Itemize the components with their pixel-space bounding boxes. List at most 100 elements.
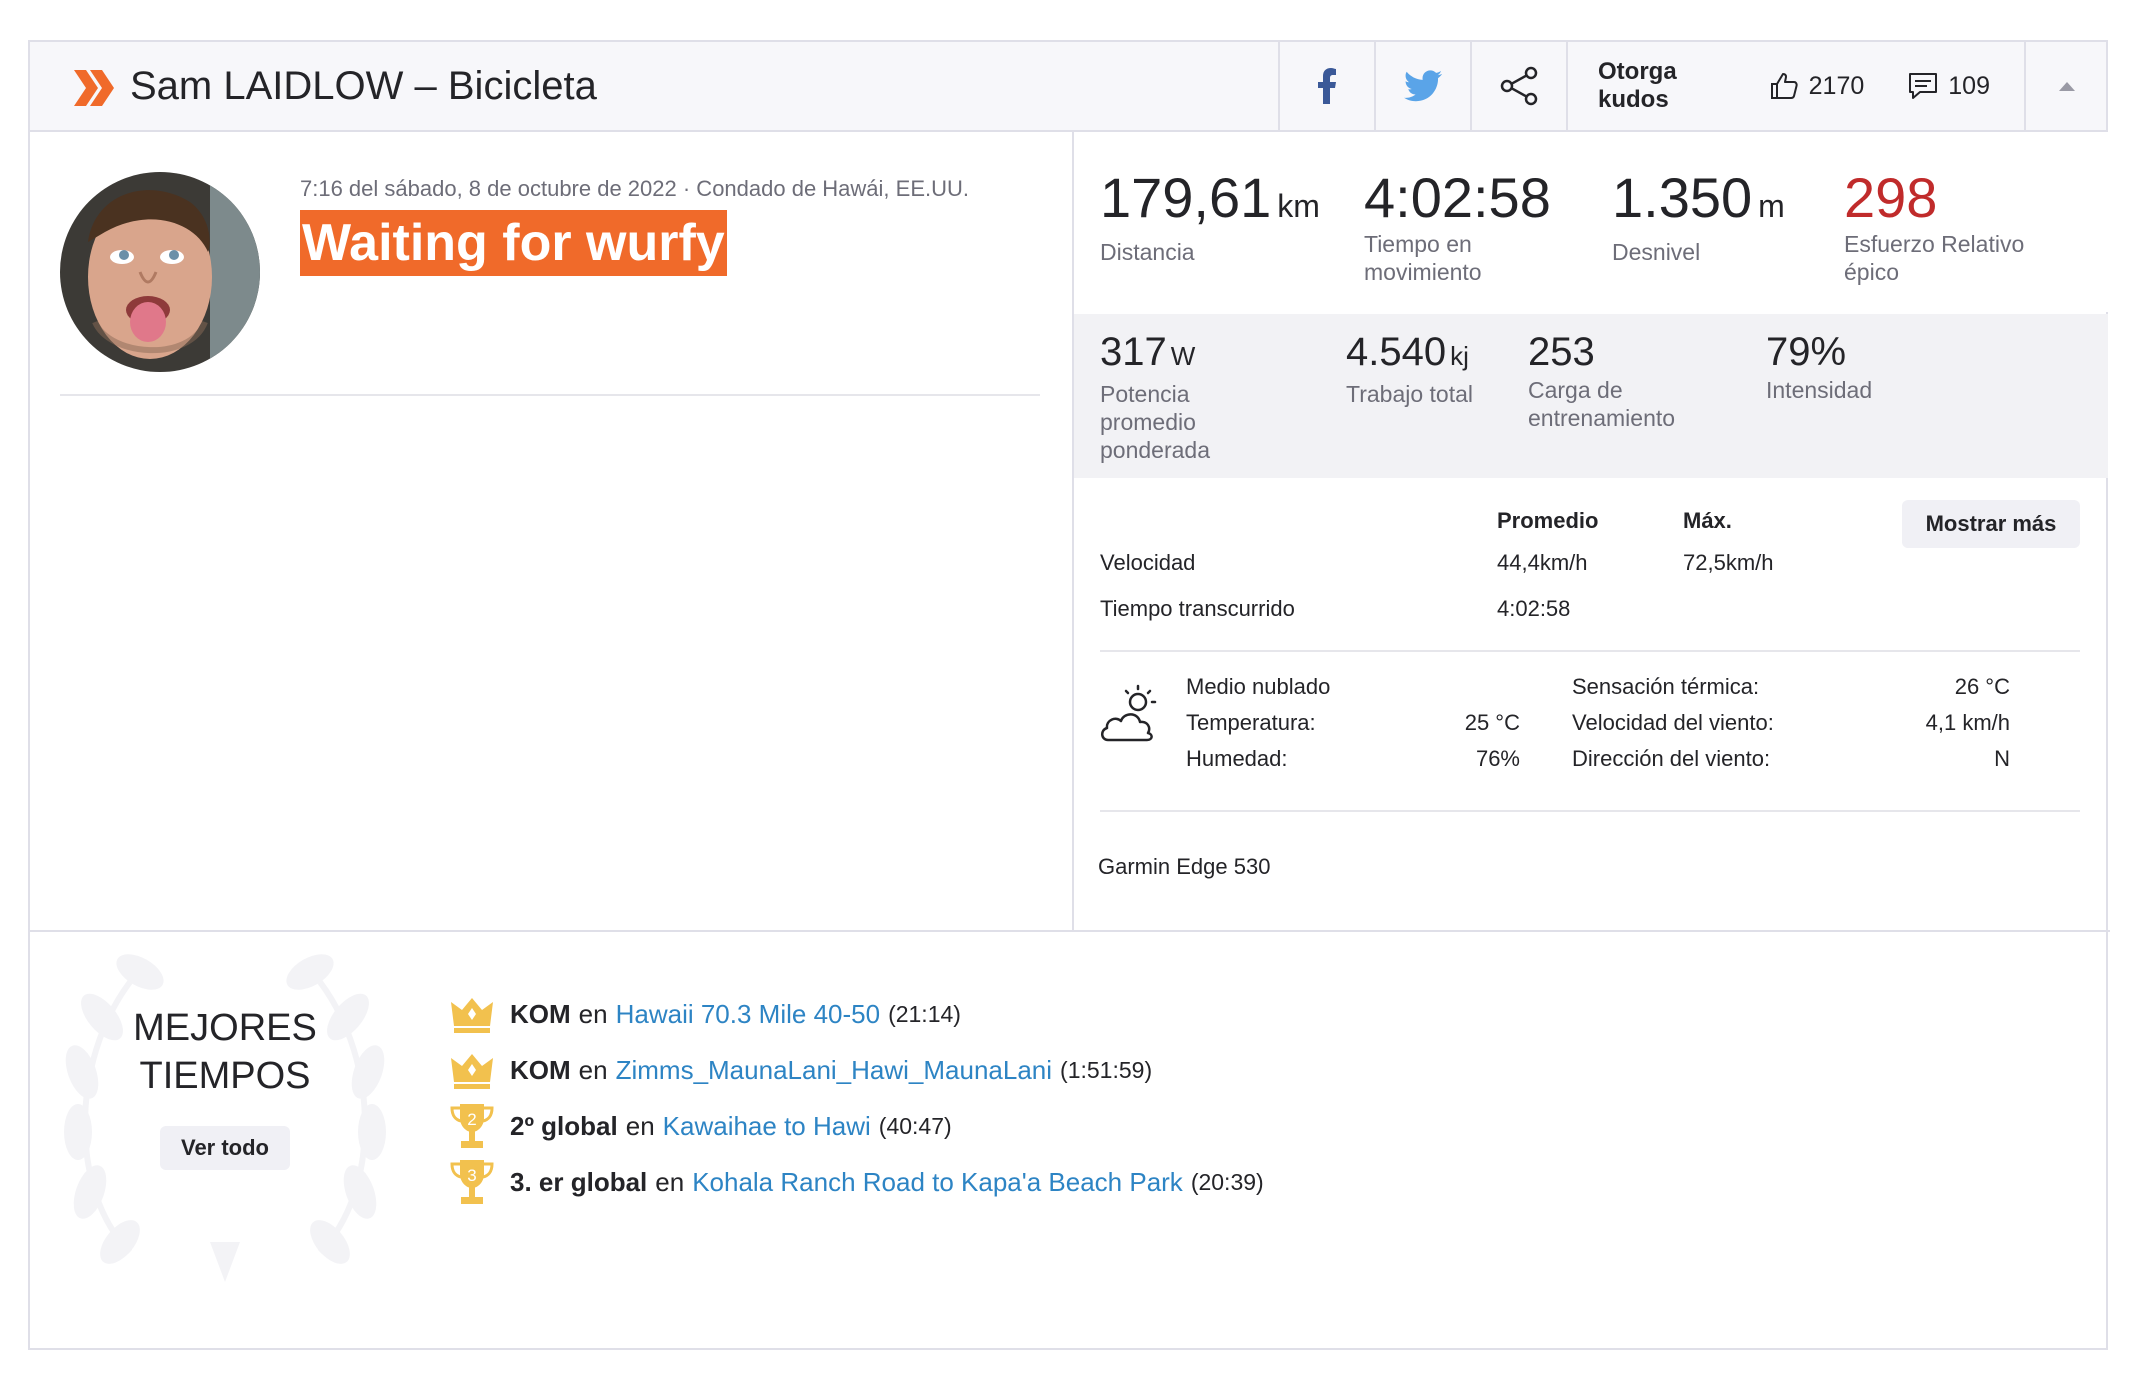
avatar-photo [60,172,260,372]
collapse-button[interactable] [2024,42,2108,130]
weather-condition: Medio nublado [1186,674,1331,699]
achievement-preposition: en [578,998,608,1029]
trophy-2-icon: 2 [448,1102,496,1150]
caret-up-icon [2059,82,2075,91]
best-efforts-title-line2: TIEMPOS [139,1055,311,1097]
trophy-number: 2 [467,1110,476,1129]
achievement-rank: KOM [510,998,571,1029]
stat-value: 253 [1528,330,1595,374]
twitter-share-button[interactable] [1374,42,1470,130]
divider [1100,810,2080,812]
activity-dateline: 7:16 del sábado, 8 de octubre de 2022 · … [300,176,970,201]
col-header-avg: Promedio [1497,508,1599,533]
stat-value: 298 [1844,166,1938,229]
feels-like-label: Sensación térmica: [1572,674,1760,699]
trophy-number: 3 [467,1166,476,1185]
achievement-rank: 3. er global [510,1166,648,1197]
stat-value: 1.350 [1612,166,1753,229]
activity-title[interactable]: Waiting for wurfy [300,210,727,276]
achievement-row: 2 2º global en Kawaihae to Hawi (40:47) [448,1098,952,1154]
stat-value: 79% [1766,330,1847,374]
stat-label: Intensidad [1766,377,1873,403]
achievement-rank: 2º global [510,1110,618,1141]
achievement-preposition: en [655,1166,685,1197]
best-efforts-title: MEJORES TIEMPOS [100,1004,350,1100]
stat-unit: m [1758,188,1785,224]
segment-time: (21:14) [888,1000,961,1027]
achievement-preposition: en [625,1110,655,1141]
temperature-value: 25 °C [1464,710,1520,735]
thumbs-up-icon [1770,73,1798,99]
row-avg: 4:02:58 [1497,596,1571,621]
humidity-value: 76% [1475,746,1520,771]
stat-value: 317 [1100,330,1167,374]
segment-link[interactable]: Kohala Ranch Road to Kapa'a Beach Park [692,1167,1183,1198]
achievement-row: 3 3. er global en Kohala Ranch Road to K… [448,1154,1264,1210]
view-all-button[interactable]: Ver todo [160,1126,290,1170]
strava-logo-icon [74,70,114,106]
stat-label: Trabajo total [1346,381,1473,407]
athlete-activity-title[interactable]: Sam LAIDLOW – Bicicleta [130,62,597,110]
stat-label: Distancia [1100,239,1195,265]
stat-value: 179,61 [1100,166,1272,229]
temperature-label: Temperatura: [1186,710,1316,735]
facebook-share-button[interactable] [1278,42,1374,130]
stat-label: Desnivel [1612,239,1701,265]
row-label: Velocidad [1100,550,1196,575]
laurel-wreath-icon [64,954,386,1282]
stat-value: 4.540 [1346,330,1447,374]
wind-speed-label: Velocidad del viento: [1572,710,1774,735]
partly-cloudy-icon [1101,684,1157,742]
divider [1100,650,2080,652]
achievement-row: KOM en Hawaii 70.3 Mile 40-50 (21:14) [448,986,961,1042]
row-max: 72,5km/h [1683,550,1774,575]
kudos-count: 2170 [1808,71,1865,100]
give-kudos-button[interactable]: Otorga kudos [1598,58,1729,114]
wind-speed-value: 4,1 km/h [1925,710,2010,735]
stat-label: Potencia promedio ponderada [1100,381,1210,463]
row-label: Tiempo transcurrido [1100,596,1295,621]
activity-header: Sam LAIDLOW – Bicicleta Otorga kudos 217… [30,42,2106,132]
athlete-avatar[interactable] [60,172,260,372]
stat-relative-effort[interactable]: 298 Esfuerzo Relativo épico [1844,166,2054,286]
stat-label: Esfuerzo Relativo épico [1844,231,2025,285]
stat-distance: 179,61 km Distancia [1100,166,1320,266]
stat-weighted-power: 317 W Potencia promedio ponderada [1100,328,1230,464]
stat-unit: km [1277,188,1320,224]
comments-button[interactable]: 109 [1908,72,2034,101]
stat-value: 4:02:58 [1364,166,1551,229]
activity-card: Sam LAIDLOW – Bicicleta Otorga kudos 217… [28,40,2110,1350]
segment-link[interactable]: Zimms_MaunaLani_Hawi_MaunaLani [616,1055,1052,1086]
segment-time: (20:39) [1190,1168,1264,1195]
feels-like-value: 26 °C [1954,674,2010,699]
divider [60,394,1040,396]
stat-label: Tiempo en movimiento [1364,231,1482,285]
trophy-3-icon: 3 [448,1158,496,1206]
segment-link[interactable]: Hawaii 70.3 Mile 40-50 [616,999,880,1030]
stat-unit: kj [1450,341,1469,371]
share-button[interactable] [1470,42,1566,130]
stat-training-load: 253 Carga de entrenamiento [1528,328,1708,432]
best-efforts-title-line1: MEJORES [133,1007,317,1049]
stat-label: Carga de entrenamiento [1528,377,1676,431]
stat-intensity: 79% Intensidad [1766,328,1986,404]
achievement-row: KOM en Zimms_MaunaLani_Hawi_MaunaLani (1… [448,1042,1152,1098]
device-name: Garmin Edge 530 [1098,854,1271,879]
stat-total-work: 4.540 kj Trabajo total [1346,328,1506,408]
stat-moving-time: 4:02:58 Tiempo en movimiento [1364,166,1551,286]
row-avg: 44,4km/h [1497,550,1588,575]
comment-icon [1909,73,1938,99]
kudos-count-button[interactable]: 2170 [1769,71,1909,101]
wind-direction-value: N [1994,746,2010,771]
section-divider [30,930,2110,932]
share-icon [1500,66,1538,106]
segment-link[interactable]: Kawaihae to Hawi [663,1111,871,1142]
power-stats: 317 W Potencia promedio ponderada 4.540 kj… [1074,314,2108,478]
col-header-max: Máx. [1683,508,1732,533]
facebook-icon [1318,68,1336,104]
show-more-button[interactable]: Mostrar más [1902,500,2080,548]
twitter-icon [1404,70,1442,102]
segment-time: (40:47) [878,1112,952,1139]
stat-elevation: 1.350 m Desnivel [1612,166,1832,266]
crown-icon [448,990,496,1038]
